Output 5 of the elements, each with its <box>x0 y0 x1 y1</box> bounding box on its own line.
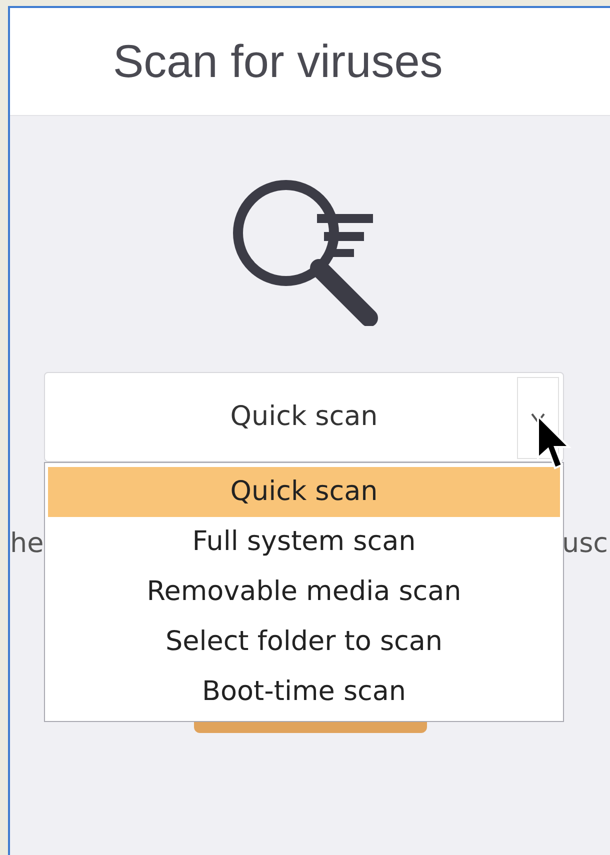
window-title: Scan for viruses <box>113 34 443 89</box>
scan-type-select[interactable]: Quick scan <box>44 372 564 462</box>
description-text: he <box>10 527 44 561</box>
dropdown-option[interactable]: Quick scan <box>48 467 560 517</box>
description-text: usc <box>562 527 608 561</box>
